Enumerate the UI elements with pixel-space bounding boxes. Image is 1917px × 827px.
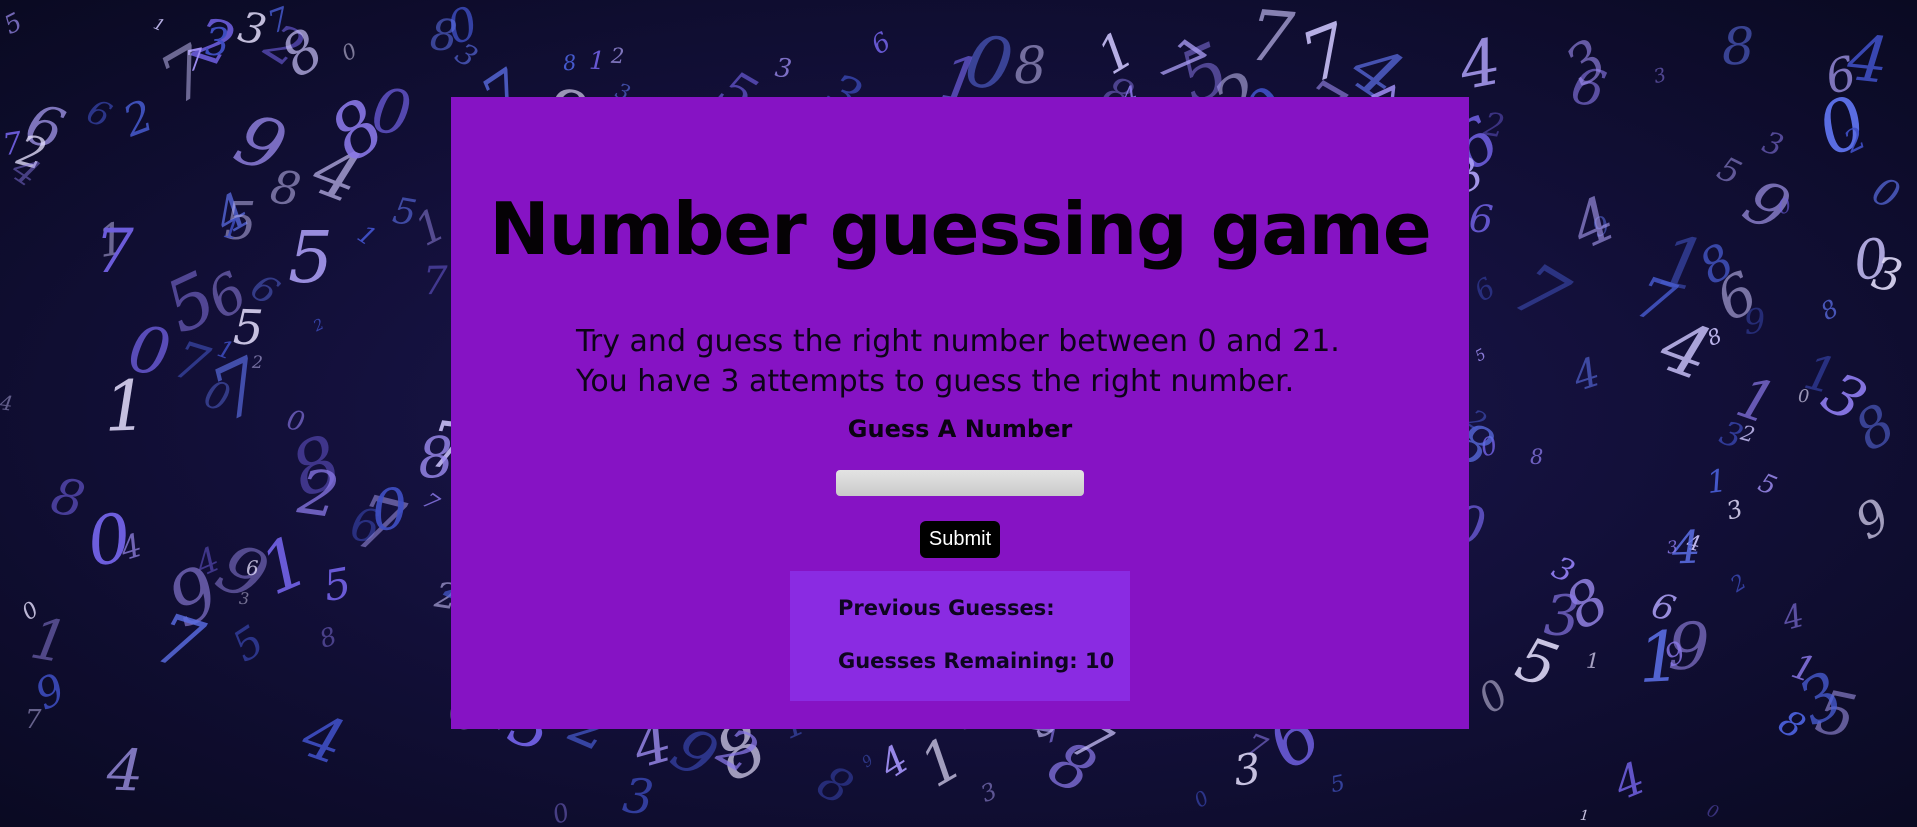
- background-digit: 7: [25, 705, 42, 735]
- background-digit: 1: [1704, 462, 1729, 502]
- background-digit: 4: [0, 390, 15, 416]
- background-digit: 5: [1471, 344, 1490, 366]
- background-digit: 7: [1290, 8, 1361, 100]
- submit-button[interactable]: Submit: [920, 521, 1000, 558]
- background-digit: 3: [1231, 743, 1264, 796]
- background-digit: 5: [0, 6, 27, 41]
- background-digit: 5: [223, 615, 273, 672]
- background-digit: 4: [1561, 183, 1626, 264]
- background-digit: 5: [1711, 148, 1748, 193]
- guess-label: Guess A Number: [847, 415, 1073, 443]
- background-digit: 4: [1778, 596, 1808, 638]
- background-digit: 3: [1665, 537, 1679, 559]
- background-digit: 5: [319, 558, 355, 611]
- background-digit: 0: [368, 476, 411, 545]
- guesses-remaining-count: 10: [1085, 649, 1115, 673]
- background-digit: 0: [1703, 800, 1722, 824]
- background-digit: 1: [1585, 648, 1600, 674]
- background-digit: 8: [428, 10, 460, 62]
- background-digit: 5: [1753, 467, 1781, 503]
- background-digit: 3: [1554, 26, 1618, 99]
- background-digit: 0: [1865, 167, 1907, 219]
- background-digit: 6: [245, 555, 259, 581]
- background-digit: 2: [1726, 569, 1751, 597]
- background-digit: 2: [251, 352, 264, 374]
- background-digit: 0: [548, 797, 574, 827]
- background-digit: 4: [1453, 24, 1507, 105]
- instruction-line-range: Try and guess the right number between 0…: [576, 324, 1340, 359]
- background-digit: 6: [243, 265, 287, 314]
- background-digit: 5: [288, 216, 334, 299]
- background-digit: 5: [1328, 770, 1348, 799]
- previous-guesses-label: Previous Guesses:: [838, 596, 1055, 620]
- background-digit: 8: [1721, 17, 1755, 78]
- background-digit: 6: [80, 91, 118, 137]
- background-digit: 7: [0, 125, 25, 164]
- background-digit: 7: [95, 216, 134, 287]
- background-digit: 4: [1567, 349, 1606, 401]
- background-digit: 1: [406, 198, 455, 257]
- background-digit: 7: [417, 488, 444, 517]
- background-digit: 0: [367, 74, 416, 151]
- background-digit: 8: [561, 50, 578, 76]
- background-digit: 4: [1607, 752, 1653, 811]
- background-digit: 2: [294, 454, 344, 533]
- background-digit: 3: [620, 767, 657, 827]
- background-digit: 3: [1651, 63, 1669, 89]
- background-digit: 1: [102, 366, 150, 448]
- background-digit: 8: [1013, 36, 1047, 97]
- background-digit: 8: [808, 754, 862, 817]
- results-panel: Previous Guesses: Guesses Remaining: 10: [790, 571, 1130, 701]
- background-digit: 2: [610, 43, 625, 69]
- background-digit: 7: [263, 0, 295, 42]
- background-digit: 3: [1723, 494, 1746, 526]
- background-digit: 9: [1741, 300, 1768, 344]
- background-digit: 3: [1757, 124, 1788, 165]
- background-digit: 0: [1189, 785, 1214, 813]
- background-digit: 1: [248, 520, 321, 612]
- background-digit: 7: [1245, 0, 1298, 80]
- background-digit: 4: [105, 737, 145, 805]
- previous-guesses: Previous Guesses:: [838, 596, 1055, 620]
- background-digit: 1: [1579, 807, 1590, 825]
- background-digit: 0: [338, 38, 361, 66]
- background-digit: 3: [773, 53, 794, 85]
- page-title: Number guessing game: [489, 187, 1431, 271]
- background-digit: 6: [1468, 270, 1502, 309]
- background-digit: 1: [150, 13, 168, 36]
- background-digit: 0: [1798, 386, 1810, 407]
- background-digit: 1: [352, 219, 382, 252]
- background-digit: 7: [146, 598, 212, 688]
- background-digit: 8: [1843, 391, 1906, 464]
- background-digit: 2: [116, 90, 161, 148]
- background-digit: 0: [1470, 670, 1518, 724]
- guess-input[interactable]: [836, 470, 1084, 496]
- background-digit: 7: [422, 258, 449, 305]
- background-digit: 8: [315, 621, 341, 654]
- background-digit: 4: [293, 699, 354, 780]
- background-digit: 6: [1467, 196, 1495, 242]
- background-digit: 8: [45, 466, 90, 530]
- game-card: Number guessing game Try and guess the r…: [451, 97, 1469, 729]
- guesses-remaining-label: Guesses Remaining:: [838, 649, 1078, 673]
- background-digit: 3: [977, 778, 1002, 808]
- instruction-line-attempts: You have 3 attempts to guess the right n…: [576, 364, 1295, 399]
- background-digit: 2: [310, 314, 327, 336]
- background-digit: 6: [866, 26, 897, 62]
- background-digit: 3: [204, 19, 230, 65]
- background-digit: 9: [858, 750, 877, 772]
- background-digit: 8: [1816, 294, 1844, 326]
- background-digit: 9: [1846, 488, 1900, 551]
- background-digit: 8: [1530, 445, 1544, 469]
- background-digit: 1: [588, 45, 606, 76]
- background-digit: 3: [1542, 583, 1582, 650]
- background-digit: 4: [871, 736, 918, 789]
- background-digit: 8: [416, 425, 456, 492]
- instructions: Try and guess the right number between 0…: [576, 322, 1340, 402]
- background-digit: 7: [1499, 246, 1582, 341]
- guesses-remaining: Guesses Remaining: 10: [838, 649, 1114, 673]
